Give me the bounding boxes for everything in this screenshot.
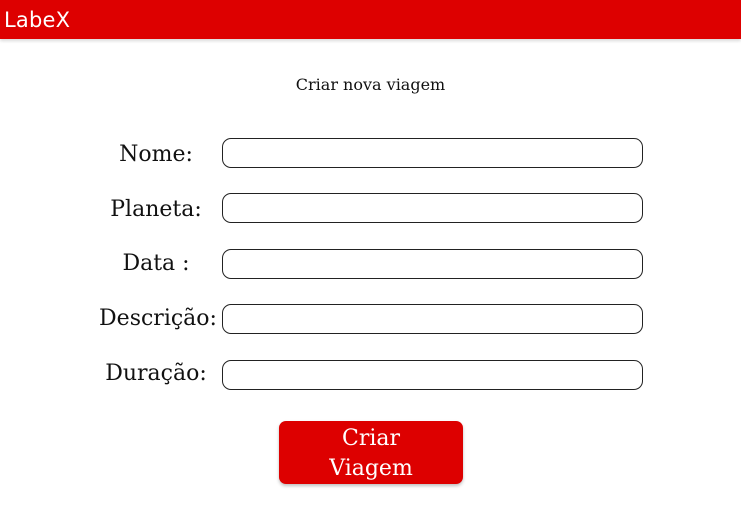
planet-input[interactable] bbox=[222, 193, 643, 223]
app-header: LabeX bbox=[0, 0, 741, 39]
app-logo[interactable]: LabeX bbox=[4, 8, 70, 32]
duration-label: Duração: bbox=[105, 361, 207, 386]
date-input[interactable] bbox=[222, 249, 643, 279]
page-title: Criar nova viagem bbox=[295, 75, 446, 94]
date-label: Data : bbox=[122, 251, 190, 276]
name-input[interactable] bbox=[222, 138, 643, 168]
create-trip-button[interactable]: Criar Viagem bbox=[279, 421, 463, 484]
description-input[interactable] bbox=[222, 304, 643, 334]
duration-input[interactable] bbox=[222, 360, 643, 390]
name-label: Nome: bbox=[119, 142, 193, 167]
planet-label: Planeta: bbox=[110, 197, 202, 222]
description-label: Descrição: bbox=[99, 306, 217, 331]
